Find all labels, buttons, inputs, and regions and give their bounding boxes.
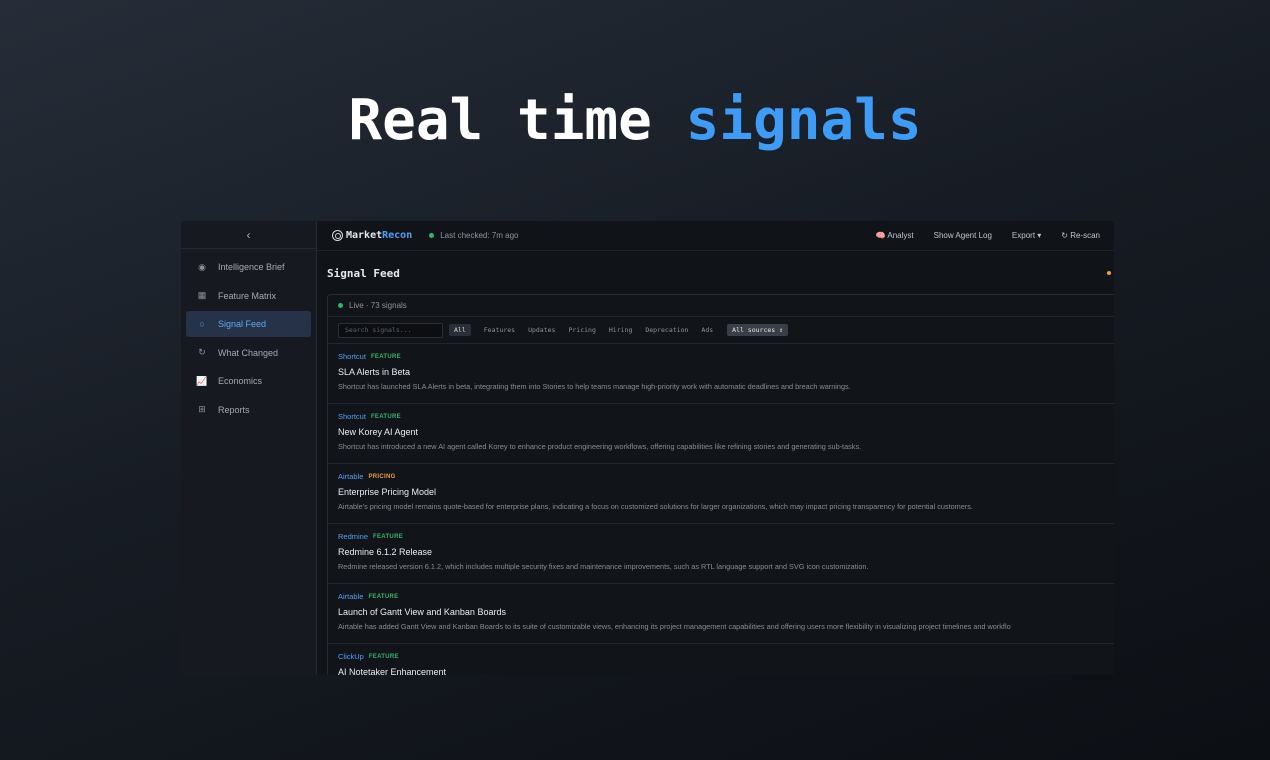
signal-description: Airtable has added Gantt View and Kanban…: [338, 622, 1011, 631]
signal-tag: FEATURE: [368, 593, 399, 600]
signal-item[interactable]: Shortcut FEATURE New Korey AI Agent Shor…: [328, 404, 1114, 464]
show-agent-log-button[interactable]: Show Agent Log: [934, 231, 992, 240]
target-icon: ◉: [198, 261, 206, 272]
signal-description: Shortcut has launched SLA Alerts in beta…: [338, 382, 851, 391]
top-actions: 🧠 Analyst Show Agent Log Export ▾ ↻ Re-s…: [876, 231, 1100, 240]
signal-company[interactable]: Shortcut: [338, 412, 366, 421]
filter-hiring[interactable]: Hiring: [609, 326, 632, 334]
source-select[interactable]: All sources ⇕: [727, 324, 789, 336]
hero-text: Real time: [348, 88, 652, 153]
signal-company[interactable]: Airtable: [338, 472, 363, 481]
collapse-sidebar-button[interactable]: ‹: [181, 221, 316, 249]
live-status: Live · 73 signals: [328, 295, 1114, 317]
filter-updates[interactable]: Updates: [528, 326, 555, 334]
filter-deprecation[interactable]: Deprecation: [645, 326, 688, 334]
app-logo[interactable]: Market Recon: [332, 230, 412, 241]
signal-panel: Live · 73 signals Search signals... All …: [327, 294, 1114, 675]
logo-text-recon: Recon: [382, 230, 413, 241]
signal-item[interactable]: Redmine FEATURE Redmine 6.1.2 Release Re…: [328, 524, 1114, 584]
signal-company[interactable]: Redmine: [338, 532, 368, 541]
analyst-button[interactable]: 🧠 Analyst: [876, 231, 914, 240]
signal-meta: Redmine FEATURE: [338, 532, 1114, 541]
signal-title: Launch of Gantt View and Kanban Boards: [338, 607, 506, 617]
refresh-icon: ↻: [198, 347, 206, 358]
signal-title: AI Notetaker Enhancement: [338, 667, 447, 675]
app-window: ‹ ◉ Intelligence Brief ▦ Feature Matrix …: [181, 221, 1114, 675]
sidebar-item-label: Economics: [218, 376, 263, 387]
filter-bar: Search signals... All Features Updates P…: [328, 317, 1114, 344]
signal-item[interactable]: Shortcut FEATURE SLA Alerts in Beta Shor…: [328, 344, 1114, 404]
signal-tag: FEATURE: [373, 533, 404, 540]
signal-title: Enterprise Pricing Model: [338, 487, 437, 497]
signal-item[interactable]: Airtable PRICING Enterprise Pricing Mode…: [328, 464, 1114, 524]
sidebar-item-label: Reports: [218, 404, 250, 415]
circle-icon: ○: [199, 319, 205, 330]
hero-accent-text: signals: [685, 88, 922, 153]
hero-heading: Real time signals: [0, 88, 1270, 153]
signal-meta: Airtable PRICING: [338, 472, 1114, 481]
feed-header: Signal Feed: [317, 251, 1114, 295]
sidebar-item-reports[interactable]: ⊞ Reports: [186, 397, 311, 423]
signal-meta: Shortcut FEATURE: [338, 412, 1114, 421]
status-dot-icon: [429, 233, 435, 238]
signal-title: New Korey AI Agent: [338, 427, 419, 437]
sidebar-item-label: Feature Matrix: [218, 290, 277, 301]
signal-company[interactable]: Shortcut: [338, 352, 366, 361]
page-title: Signal Feed: [327, 266, 400, 280]
sidebar-item-economics[interactable]: 📈 Economics: [186, 368, 311, 394]
signal-meta: ClickUp FEATURE: [338, 652, 1114, 661]
signal-item[interactable]: Airtable FEATURE Launch of Gantt View an…: [328, 584, 1114, 644]
signal-tag: FEATURE: [368, 653, 399, 660]
signal-meta: Airtable FEATURE: [338, 592, 1114, 601]
sidebar-item-label: What Changed: [218, 347, 279, 358]
signal-meta: Shortcut FEATURE: [338, 352, 1114, 361]
sidebar-item-signal-feed[interactable]: ○ Signal Feed: [186, 311, 311, 338]
signal-title: Redmine 6.1.2 Release: [338, 547, 433, 557]
sidebar-item-label: Intelligence Brief: [218, 262, 285, 272]
table-icon: ⊞: [198, 404, 206, 415]
sidebar-item-label: Signal Feed: [218, 319, 267, 330]
top-bar: Market Recon Last checked: 7m ago 🧠 Analy…: [317, 221, 1114, 251]
chevron-left-icon: ‹: [246, 227, 251, 242]
grid-icon: ▦: [197, 290, 207, 301]
export-dropdown[interactable]: Export ▾: [1012, 231, 1041, 240]
filter-pricing[interactable]: Pricing: [568, 326, 595, 334]
chart-icon: 📈: [196, 375, 208, 386]
signal-company[interactable]: Airtable: [338, 592, 363, 601]
filter-ads[interactable]: Ads: [701, 326, 713, 334]
notification-dot-icon: [1107, 271, 1111, 275]
main-content: Market Recon Last checked: 7m ago 🧠 Analy…: [317, 221, 1114, 675]
signal-description: Redmine released version 6.1.2, which in…: [338, 562, 869, 571]
signal-tag: PRICING: [368, 473, 396, 480]
last-checked-text: Last checked: 7m ago: [440, 231, 519, 240]
signal-tag: FEATURE: [370, 413, 401, 420]
signal-description: Airtable's pricing model remains quote-b…: [338, 502, 973, 511]
filter-all[interactable]: All: [449, 324, 471, 336]
live-count: Live · 73 signals: [349, 301, 407, 310]
search-input[interactable]: Search signals...: [338, 322, 443, 338]
live-dot-icon: [338, 303, 343, 308]
sidebar: ‹ ◉ Intelligence Brief ▦ Feature Matrix …: [181, 221, 317, 675]
filter-features[interactable]: Features: [484, 326, 515, 334]
signal-title: SLA Alerts in Beta: [338, 367, 411, 377]
sidebar-item-what-changed[interactable]: ↻ What Changed: [186, 340, 311, 366]
sidebar-item-feature-matrix[interactable]: ▦ Feature Matrix: [186, 283, 311, 309]
signal-description: Shortcut has introduced a new AI agent c…: [338, 442, 862, 451]
logo-text-market: Market: [346, 230, 383, 241]
last-checked-status: Last checked: 7m ago: [429, 231, 519, 240]
sidebar-item-intelligence-brief[interactable]: ◉ Intelligence Brief: [186, 254, 311, 280]
signal-item[interactable]: ClickUp FEATURE AI Notetaker Enhancement: [328, 644, 1114, 675]
signal-tag: FEATURE: [370, 353, 401, 360]
logo-icon: [332, 230, 343, 241]
signal-company[interactable]: ClickUp: [338, 652, 364, 661]
sidebar-nav: ◉ Intelligence Brief ▦ Feature Matrix ○ …: [181, 249, 316, 423]
rescan-button[interactable]: ↻ Re-scan: [1061, 231, 1100, 240]
